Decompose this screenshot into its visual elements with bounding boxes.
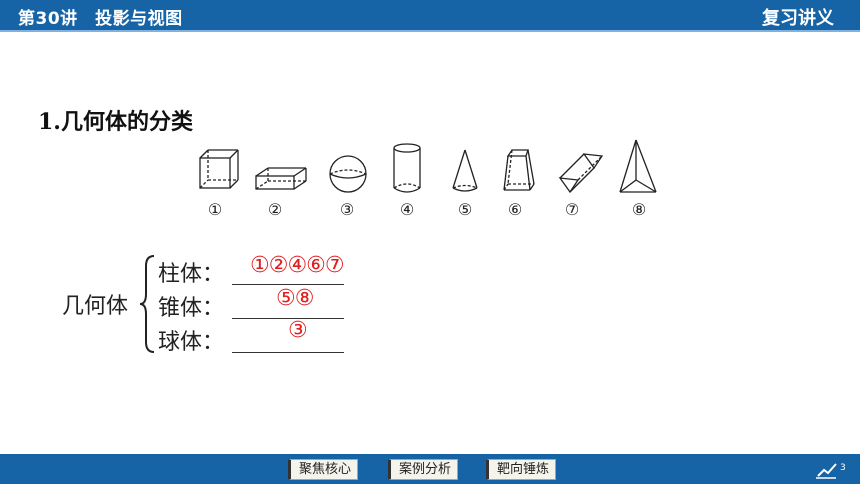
header-divider bbox=[0, 30, 860, 32]
row-label-prism: 柱体： bbox=[158, 262, 225, 287]
shape-label-7: ⑦ bbox=[564, 200, 580, 219]
lesson-title: 第30讲 投影与视图 bbox=[18, 9, 183, 29]
answer-pyramid: ⑤⑧ bbox=[276, 286, 314, 311]
shape-label-2: ② bbox=[267, 200, 283, 219]
answer-sphere: ③ bbox=[288, 318, 308, 343]
cylinder-figure bbox=[393, 143, 421, 193]
row-label-pyramid: 锥体： bbox=[158, 296, 225, 321]
targeted-practice-button[interactable]: 靶向锤炼 bbox=[486, 459, 557, 480]
pyramid-figure bbox=[619, 139, 657, 193]
cone-figure bbox=[452, 149, 478, 192]
answer-prism: ①②④⑥⑦ bbox=[250, 253, 345, 278]
shape-label-6: ⑥ bbox=[507, 200, 523, 219]
shape-label-1: ① bbox=[207, 200, 223, 219]
section-heading: 1.几何体的分类 bbox=[38, 109, 193, 135]
pen-page-icon[interactable]: 3 bbox=[814, 458, 848, 480]
row-label-sphere: 球体： bbox=[158, 330, 225, 355]
prism-figure bbox=[503, 149, 535, 191]
blank-sphere bbox=[232, 352, 344, 353]
cuboid-figure bbox=[255, 167, 307, 190]
blank-prism bbox=[232, 284, 344, 285]
shape-label-5: ⑤ bbox=[457, 200, 473, 219]
case-analysis-button[interactable]: 案例分析 bbox=[388, 459, 459, 480]
shape-label-8: ⑧ bbox=[631, 200, 647, 219]
cube-figure bbox=[199, 149, 239, 189]
brace-icon bbox=[139, 255, 155, 353]
triangular-prism-figure bbox=[558, 153, 604, 194]
group-label: 几何体 bbox=[62, 294, 129, 319]
section-name: 复习讲义 bbox=[762, 8, 834, 29]
sphere-figure bbox=[329, 155, 367, 193]
header-bar: 第30讲 投影与视图 复习讲义 bbox=[0, 0, 860, 30]
page-number: 3 bbox=[840, 463, 846, 473]
shape-label-3: ③ bbox=[339, 200, 355, 219]
focus-core-button[interactable]: 聚焦核心 bbox=[288, 459, 359, 480]
solid-figures bbox=[199, 139, 657, 194]
shape-label-4: ④ bbox=[399, 200, 415, 219]
